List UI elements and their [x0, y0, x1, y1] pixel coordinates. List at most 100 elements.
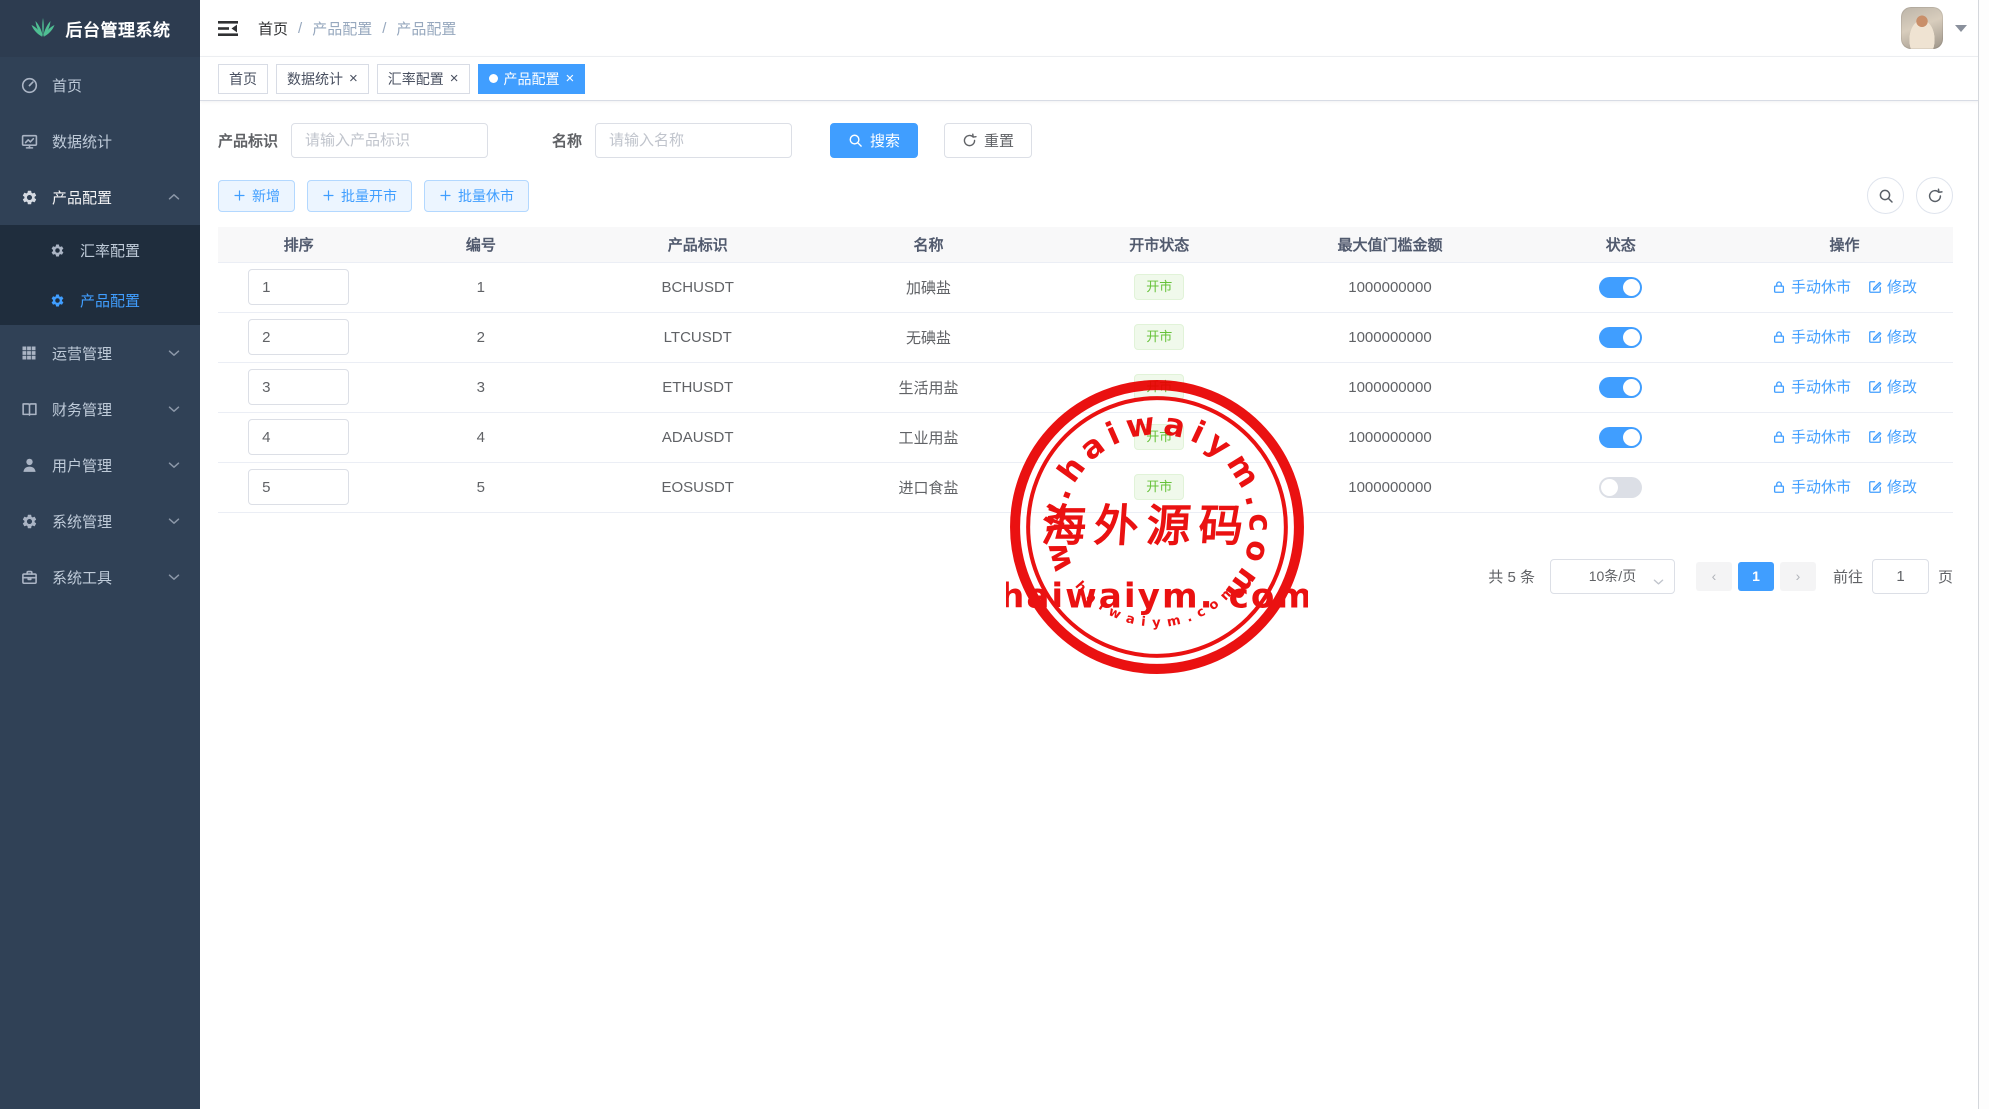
dashboard-icon [20, 76, 38, 94]
cell-symbol: BCHUSDT [582, 262, 813, 312]
sidebar-item-label: 系统工具 [52, 567, 112, 588]
jump-page-input[interactable] [1872, 559, 1929, 594]
tab-home[interactable]: 首页 [218, 64, 268, 94]
col-name: 名称 [813, 227, 1044, 262]
status-toggle[interactable] [1599, 477, 1642, 498]
cell-name: 加碘盐 [813, 262, 1044, 312]
batch-close-button[interactable]: 批量休市 [424, 180, 529, 212]
sidebar-item-users[interactable]: 用户管理 [0, 437, 200, 493]
breadcrumb: 首页 / 产品配置 / 产品配置 [258, 18, 456, 39]
product-config-submenu: 汇率配置 产品配置 [0, 225, 200, 325]
edit-icon [1868, 480, 1882, 494]
lock-icon [1772, 330, 1786, 344]
page-number-1[interactable]: 1 [1738, 562, 1774, 591]
status-toggle[interactable] [1599, 427, 1642, 448]
col-actions: 操作 [1736, 227, 1953, 262]
sidebar-item-label: 财务管理 [52, 399, 112, 420]
manual-close-link[interactable]: 手动休市 [1772, 326, 1851, 347]
sidebar-item-stats[interactable]: 数据统计 [0, 113, 200, 169]
batch-open-button[interactable]: 批量开市 [307, 180, 412, 212]
add-button[interactable]: 新增 [218, 180, 295, 212]
tab-rate-config[interactable]: 汇率配置 × [377, 64, 470, 94]
batch-open-button-label: 批量开市 [341, 186, 397, 206]
app-title: 后台管理系统 [66, 16, 171, 41]
manual-close-link[interactable]: 手动休市 [1772, 376, 1851, 397]
show-search-button[interactable] [1867, 177, 1904, 214]
table-row: 5EOSUSDT进口食盐开市1000000000手动休市修改 [218, 462, 1953, 512]
sidebar-item-rate-config[interactable]: 汇率配置 [0, 225, 200, 275]
chevron-down-icon [168, 349, 180, 357]
close-icon[interactable]: × [566, 71, 575, 86]
status-toggle[interactable] [1599, 327, 1642, 348]
manual-close-link[interactable]: 手动休市 [1772, 476, 1851, 497]
sort-input[interactable] [248, 419, 349, 455]
toolbox-icon [20, 568, 38, 586]
cell-max-amount: 1000000000 [1275, 312, 1506, 362]
lock-icon [1772, 480, 1786, 494]
market-status-badge: 开市 [1134, 274, 1184, 300]
sort-input[interactable] [248, 269, 349, 305]
page-size-select[interactable]: 10条/页 [1550, 559, 1675, 594]
sidebar-menu: 首页 数据统计 产品配置 汇率配置 [0, 57, 200, 605]
edit-link[interactable]: 修改 [1868, 476, 1917, 497]
refresh-table-button[interactable] [1916, 177, 1953, 214]
sidebar-item-label: 产品配置 [80, 290, 140, 311]
top-navbar: 首页 / 产品配置 / 产品配置 [200, 0, 1989, 57]
chevron-down-icon [168, 517, 180, 525]
avatar-dropdown-caret-icon[interactable] [1955, 25, 1967, 32]
sort-input[interactable] [248, 369, 349, 405]
sidebar-item-finance[interactable]: 财务管理 [0, 381, 200, 437]
sidebar-item-product-config[interactable]: 产品配置 [0, 169, 200, 225]
user-icon [20, 456, 38, 474]
name-input[interactable] [595, 123, 792, 158]
edit-link[interactable]: 修改 [1868, 276, 1917, 297]
window-scrollbar[interactable] [1978, 0, 1989, 1109]
sort-input[interactable] [248, 469, 349, 505]
user-avatar[interactable] [1901, 7, 1943, 49]
page-content: 产品标识 名称 搜索 重置 新增 批量开市 [200, 101, 1989, 594]
sort-input[interactable] [248, 319, 349, 355]
sidebar-item-operations[interactable]: 运营管理 [0, 325, 200, 381]
tab-stats[interactable]: 数据统计 × [276, 64, 369, 94]
manual-close-link[interactable]: 手动休市 [1772, 426, 1851, 447]
breadcrumb-home[interactable]: 首页 [258, 18, 288, 39]
close-icon[interactable]: × [450, 71, 459, 86]
next-page-button[interactable]: › [1780, 562, 1816, 591]
status-toggle[interactable] [1599, 277, 1642, 298]
tags-view-bar: 首页 数据统计 × 汇率配置 × 产品配置 × [200, 57, 1989, 101]
search-button[interactable]: 搜索 [830, 123, 918, 158]
gear-icon [48, 241, 66, 259]
edit-link[interactable]: 修改 [1868, 376, 1917, 397]
market-status-badge: 开市 [1134, 424, 1184, 450]
col-status: 状态 [1505, 227, 1736, 262]
sidebar-item-label: 系统管理 [52, 511, 112, 532]
page-size-value: 10条/页 [1589, 566, 1636, 586]
tab-product-config[interactable]: 产品配置 × [478, 64, 586, 94]
sidebar-item-home[interactable]: 首页 [0, 57, 200, 113]
edit-icon [1868, 330, 1882, 344]
sidebar-fold-icon[interactable] [218, 20, 238, 37]
edit-link[interactable]: 修改 [1868, 426, 1917, 447]
batch-close-button-label: 批量休市 [458, 186, 514, 206]
tab-label: 首页 [229, 69, 257, 89]
add-button-label: 新增 [252, 186, 280, 206]
sidebar-item-system[interactable]: 系统管理 [0, 493, 200, 549]
edit-link[interactable]: 修改 [1868, 326, 1917, 347]
sidebar-item-label: 运营管理 [52, 343, 112, 364]
status-toggle[interactable] [1599, 377, 1642, 398]
symbol-input[interactable] [291, 123, 488, 158]
app-logo[interactable]: 后台管理系统 [0, 0, 200, 57]
manual-close-link[interactable]: 手动休市 [1772, 276, 1851, 297]
sidebar-item-tools[interactable]: 系统工具 [0, 549, 200, 605]
table-row: 3ETHUSDT生活用盐开市1000000000手动休市修改 [218, 362, 1953, 412]
chevron-down-icon [168, 405, 180, 413]
edit-icon [1868, 280, 1882, 294]
col-market-status: 开市状态 [1044, 227, 1275, 262]
prev-page-button[interactable]: ‹ [1696, 562, 1732, 591]
cell-symbol: LTCUSDT [582, 312, 813, 362]
close-icon[interactable]: × [349, 71, 358, 86]
sidebar-item-product-config-child[interactable]: 产品配置 [0, 275, 200, 325]
breadcrumb-product-config[interactable]: 产品配置 [312, 18, 372, 39]
reset-button[interactable]: 重置 [944, 123, 1032, 158]
chevron-down-icon [168, 573, 180, 581]
